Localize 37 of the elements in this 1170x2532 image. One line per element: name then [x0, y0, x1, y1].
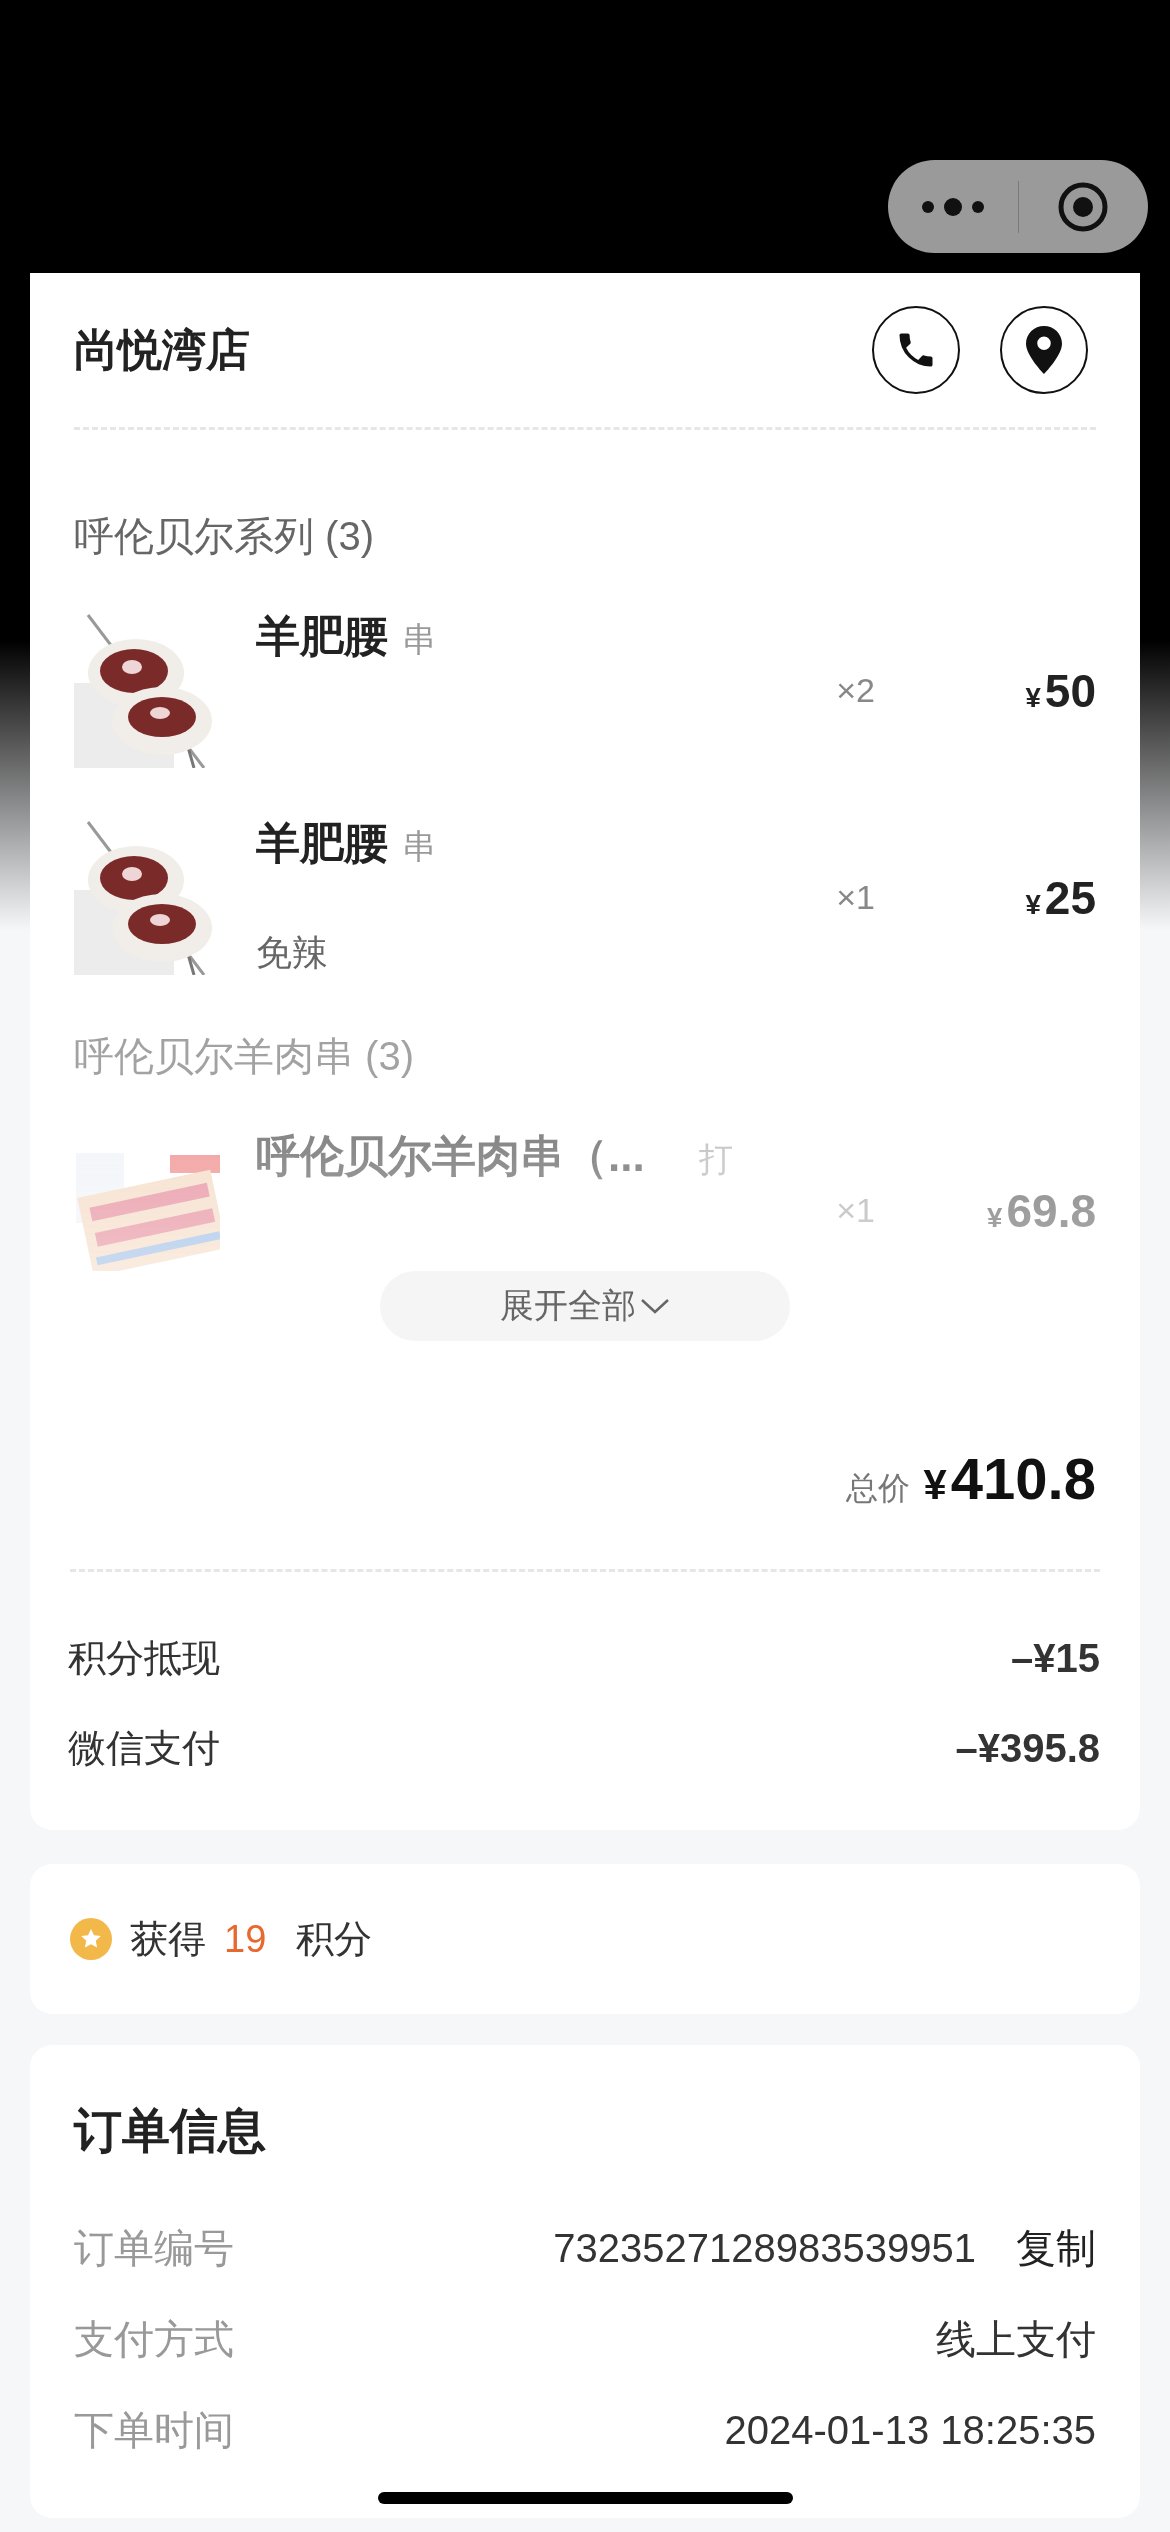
- dish-price: ¥25: [1025, 870, 1096, 925]
- points-text: 积分: [296, 1916, 373, 1962]
- close-icon[interactable]: [1057, 180, 1110, 233]
- dish-unit: 串: [402, 826, 436, 867]
- dish-price: ¥69.8: [987, 1183, 1096, 1238]
- section-title: 订单信息: [74, 2107, 267, 2155]
- chevron-down-icon: [640, 1297, 670, 1315]
- map-pin-icon: [1026, 326, 1062, 374]
- payment-label: 积分抵现: [68, 1636, 220, 1681]
- star-coin-icon: [70, 1918, 112, 1960]
- points-text: 获得: [130, 1916, 206, 1962]
- dish-unit: 串: [402, 619, 436, 660]
- info-value: 7323527128983539951: [553, 2225, 976, 2272]
- info-value: 线上支付: [936, 2316, 1096, 2363]
- category-title: 呼伦贝尔羊肉串 (3): [74, 1033, 415, 1080]
- payment-amount: –¥15: [1011, 1635, 1100, 1682]
- more-icon[interactable]: [919, 196, 986, 217]
- dish-spec: 免辣: [256, 931, 328, 975]
- points-value: 19: [224, 1917, 267, 1961]
- total-amount: ¥410.8: [923, 1445, 1096, 1512]
- store-name: 尚悦湾店: [74, 323, 250, 376]
- dish-name: 羊肥腰: [256, 820, 388, 866]
- info-label: 订单编号: [74, 2225, 234, 2272]
- payment-amount: –¥395.8: [955, 1725, 1100, 1772]
- info-value: 2024-01-13 18:25:35: [724, 2407, 1096, 2454]
- info-label: 下单时间: [74, 2407, 234, 2454]
- total-label: 总价: [845, 1469, 910, 1508]
- dish-name: 呼伦贝尔羊肉串（...: [256, 1133, 645, 1179]
- expand-all-button[interactable]: 展开全部: [380, 1271, 790, 1341]
- copy-link[interactable]: 复制: [1016, 2220, 1096, 2276]
- category-title: 呼伦贝尔系列 (3): [74, 513, 375, 560]
- dish-quantity: ×2: [836, 671, 875, 710]
- dish-price: ¥50: [1025, 663, 1096, 718]
- dish-name: 羊肥腰: [256, 613, 388, 659]
- payment-label: 微信支付: [68, 1726, 220, 1771]
- dish-quantity: ×1: [836, 878, 875, 917]
- info-label: 支付方式: [74, 2316, 234, 2363]
